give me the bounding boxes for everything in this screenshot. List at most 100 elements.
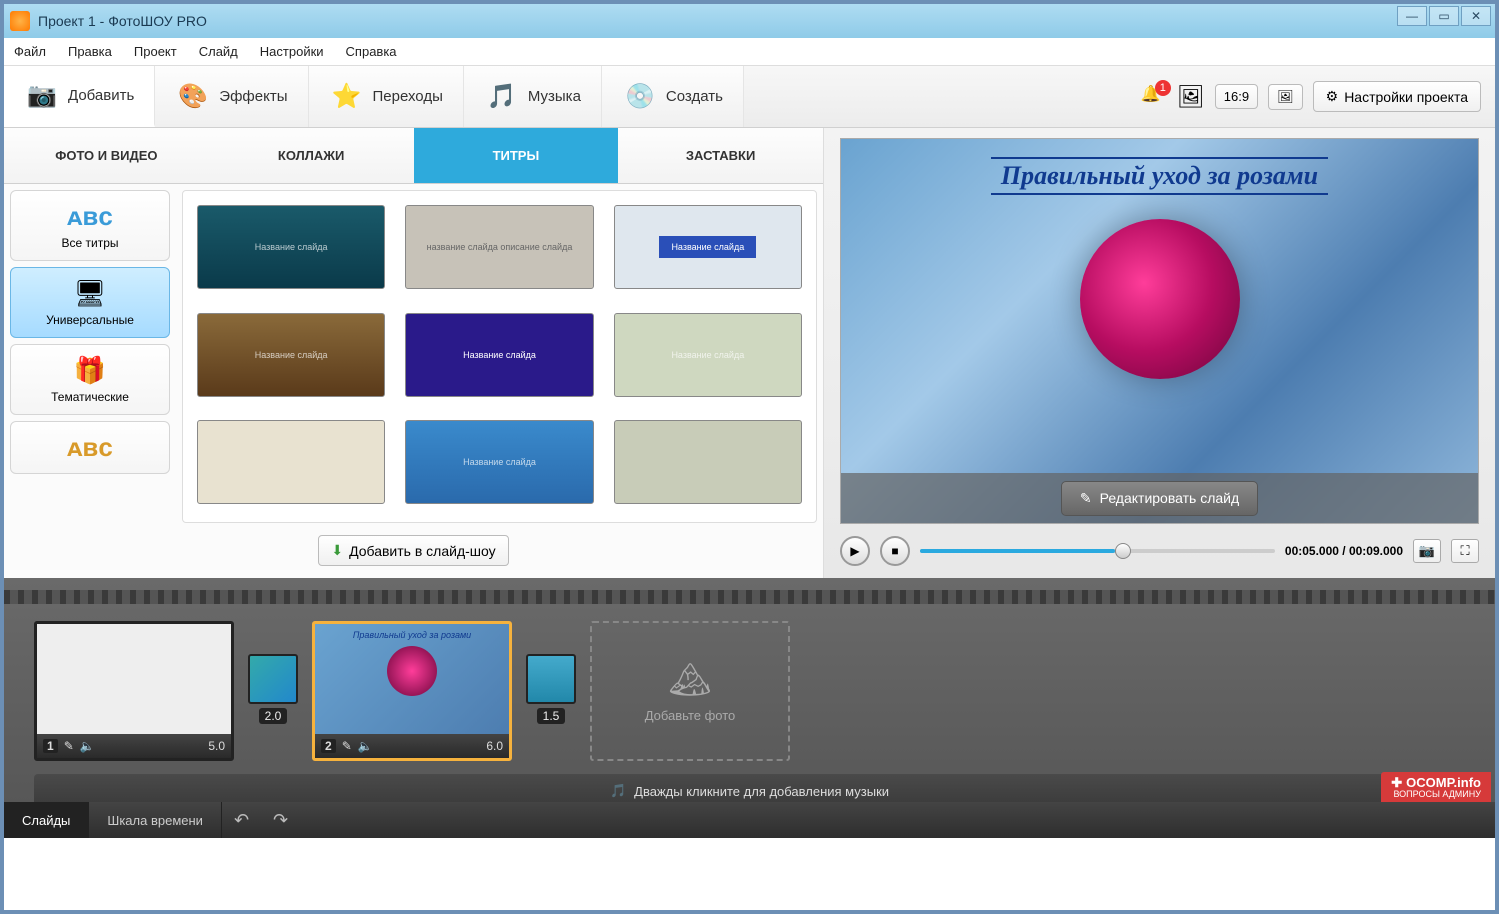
slides-track[interactable]: 1 5.0 2.0 Правильный уход за розами 2 6.… [4,604,1495,764]
close-button[interactable]: ✕ [1461,6,1491,26]
cat-themed[interactable]: Тематические [10,344,170,415]
title-thumb[interactable] [614,420,802,504]
gallery-icon[interactable] [1177,84,1205,110]
transition-1[interactable]: 2.0 [246,654,300,728]
tab-music[interactable]: Музыка [464,66,602,127]
add-to-slideshow-button[interactable]: Добавить в слайд-шоу [318,535,508,566]
cat-themed-label: Тематические [51,390,129,404]
transition-preview [248,654,298,704]
add-photo-label: Добавьте фото [645,708,736,723]
snapshot-button[interactable] [1413,539,1441,563]
titles-gallery[interactable]: Название слайда название слайда описание… [182,190,817,523]
star-icon [329,79,365,115]
subtab-photo-video[interactable]: ФОТО И ВИДЕО [4,128,209,184]
seek-knob[interactable] [1115,543,1131,559]
cat-universal[interactable]: Универсальные [10,267,170,338]
tab-transitions[interactable]: Переходы [309,66,464,127]
download-icon [331,542,343,559]
slide-number: 2 [321,739,336,753]
thumb-text: Название слайда [463,350,536,360]
notifications-button[interactable]: 1 [1141,84,1167,110]
watermark: OCOMP.info ВОПРОСЫ АДМИНУ [1381,772,1491,802]
time-current: 00:05.000 [1285,544,1339,558]
title-thumb[interactable]: Название слайда [614,205,802,289]
subtab-intros[interactable]: ЗАСТАВКИ [618,128,823,184]
disc-icon [622,79,658,115]
title-thumb[interactable]: Название слайда [405,420,593,504]
palette-icon [175,79,211,115]
pencil-icon [1080,490,1092,507]
menubar: Файл Правка Проект Слайд Настройки Справ… [4,38,1495,66]
filmstrip-decoration [4,590,1495,604]
cat-more[interactable] [10,421,170,474]
aspect-button[interactable]: 16:9 [1215,84,1258,109]
watermark-site: OCOMP.info [1406,776,1481,790]
add-to-slideshow-label: Добавить в слайд-шоу [349,543,496,559]
mountain-icon [668,660,711,700]
title-thumb[interactable]: Название слайда [197,313,385,397]
menu-project[interactable]: Проект [134,44,177,59]
window-title: Проект 1 - ФотоШОУ PRO [38,13,207,29]
menu-file[interactable]: Файл [14,44,46,59]
minimize-button[interactable]: — [1397,6,1427,26]
preview-rose-image [1080,219,1240,379]
cat-all-label: Все титры [61,236,118,250]
tab-add[interactable]: Добавить [4,66,155,127]
display-icon [1277,89,1294,105]
transition-2[interactable]: 1.5 [524,654,578,728]
screen-mode-button[interactable] [1268,84,1303,110]
stop-button[interactable] [880,536,910,566]
speaker-icon[interactable] [80,739,95,753]
title-categories: Все титры Универсальные Тематические [4,184,176,529]
menu-edit[interactable]: Правка [68,44,112,59]
menu-slide[interactable]: Слайд [199,44,238,59]
menu-help[interactable]: Справка [346,44,397,59]
title-thumb[interactable]: Название слайда [405,313,593,397]
maximize-button[interactable]: ▭ [1429,6,1459,26]
redo-button[interactable] [261,810,300,831]
edit-slide-button[interactable]: Редактировать слайд [1061,481,1258,516]
timeline-tab-slides[interactable]: Слайды [4,802,89,838]
notif-badge: 1 [1155,80,1171,96]
play-button[interactable] [840,536,870,566]
tab-effects[interactable]: Эффекты [155,66,308,127]
seek-progress [920,549,1115,553]
menu-settings[interactable]: Настройки [260,44,324,59]
slide-preview: Правильный уход за розами [315,624,509,734]
cat-universal-label: Универсальные [46,313,134,327]
cat-all-titles[interactable]: Все титры [10,190,170,261]
fullscreen-button[interactable] [1451,539,1479,563]
title-thumb[interactable]: Название слайда [197,205,385,289]
time-total: 00:09.000 [1349,544,1403,558]
add-photo-placeholder[interactable]: Добавьте фото [590,621,790,761]
transition-preview [526,654,576,704]
edit-icon[interactable] [64,739,74,753]
slide-number: 1 [43,739,58,753]
speaker-icon[interactable] [358,739,373,753]
tab-add-label: Добавить [68,87,134,104]
music-icon [484,79,520,115]
edit-icon[interactable] [342,739,352,753]
time-display: 00:05.000 / 00:09.000 [1285,544,1403,558]
tab-effects-label: Эффекты [219,88,287,105]
timeline-slide-1[interactable]: 1 5.0 [34,621,234,761]
project-settings-button[interactable]: Настройки проекта [1313,81,1481,112]
main-tabs: Добавить Эффекты Переходы Музыка Создать… [4,66,1495,128]
slide-preview-rose [387,646,437,696]
timeline-bottom-bar: Слайды Шкала времени [4,802,1495,838]
title-thumb[interactable]: название слайда описание слайда [405,205,593,289]
subtab-collages[interactable]: КОЛЛАЖИ [209,128,414,184]
subtab-titles[interactable]: ТИТРЫ [414,128,619,184]
title-thumb[interactable]: Название слайда [614,313,802,397]
tab-create[interactable]: Создать [602,66,744,127]
project-settings-label: Настройки проекта [1344,89,1468,105]
app-icon [10,11,30,31]
undo-button[interactable] [222,810,261,831]
title-thumb[interactable] [197,420,385,504]
timeline-tab-timescale[interactable]: Шкала времени [89,802,222,838]
slide-preview [37,624,231,734]
tab-create-label: Создать [666,88,723,105]
seek-track[interactable] [920,549,1275,553]
transition-duration: 1.5 [537,708,566,724]
timeline-slide-2[interactable]: Правильный уход за розами 2 6.0 [312,621,512,761]
